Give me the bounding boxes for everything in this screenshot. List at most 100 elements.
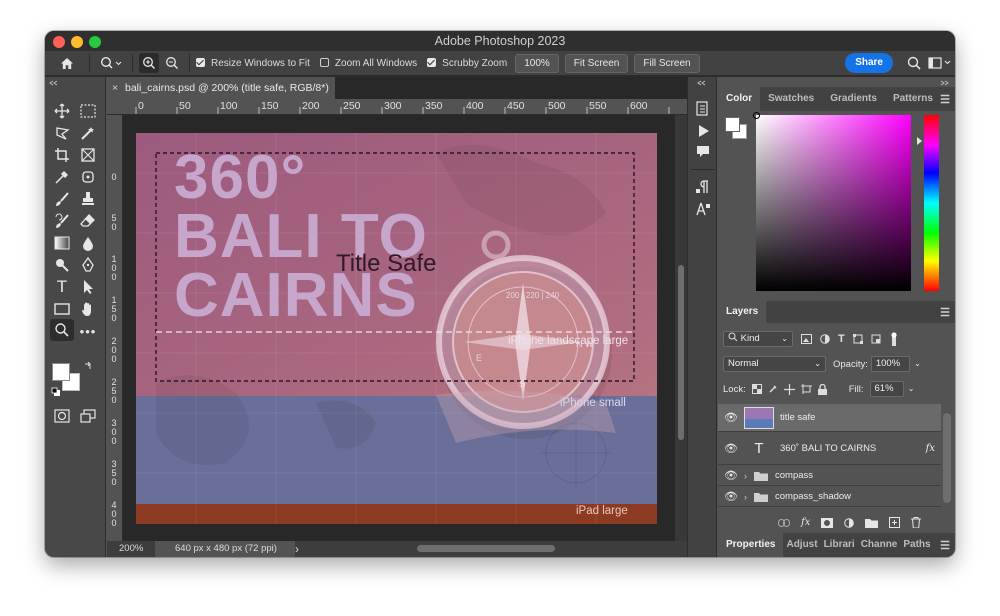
zoom-tool-preset-icon[interactable] <box>96 56 126 70</box>
vertical-scrollbar[interactable] <box>675 115 687 541</box>
gradient-tool-icon[interactable] <box>52 233 72 253</box>
healing-brush-tool-icon[interactable] <box>78 167 98 187</box>
resize-windows-checkbox[interactable]: Resize Windows to Fit <box>196 57 310 69</box>
minimize-window-button[interactable] <box>71 36 83 48</box>
swap-colors-icon[interactable] <box>83 361 93 371</box>
color-picker-field[interactable] <box>756 115 911 291</box>
tab-adjustments[interactable]: Adjust <box>783 533 820 557</box>
tab-properties[interactable]: Properties <box>718 533 784 557</box>
horizontal-scroll-thumb[interactable] <box>417 545 555 552</box>
tab-swatches[interactable]: Swatches <box>760 87 822 111</box>
comments-icon[interactable] <box>693 141 713 161</box>
expand-group-chevron-icon[interactable]: › <box>744 492 754 502</box>
tab-libraries[interactable]: Librari <box>821 533 858 557</box>
object-select-tool-icon[interactable] <box>78 123 98 143</box>
brush-tool-icon[interactable] <box>52 189 72 209</box>
add-mask-icon[interactable] <box>821 517 834 528</box>
layers-panel-menu-icon[interactable]: ☰ <box>940 306 950 319</box>
zoom-tool-icon[interactable] <box>50 319 74 341</box>
layer-effects-icon[interactable]: fx <box>926 443 935 454</box>
workspace-switcher-icon[interactable] <box>925 57 955 69</box>
fill-screen-button[interactable]: Fill Screen <box>634 53 700 73</box>
zoom-window-button[interactable] <box>89 36 101 48</box>
new-group-icon[interactable] <box>865 518 879 528</box>
tab-paths[interactable]: Paths <box>900 533 933 557</box>
eraser-tool-icon[interactable] <box>78 211 98 231</box>
adjustment-layer-icon[interactable] <box>844 517 855 528</box>
layer-name[interactable]: 360˚ BALI TO CAIRNS <box>780 443 876 454</box>
tab-color[interactable]: Color <box>718 87 761 111</box>
tab-gradients[interactable]: Gradients <box>822 87 885 111</box>
share-button[interactable]: Share <box>845 53 893 73</box>
visibility-eye-icon[interactable]: 👁 <box>718 411 744 424</box>
tab-channels[interactable]: Channe <box>858 533 901 557</box>
zoom-out-icon[interactable] <box>159 56 185 70</box>
scrubby-zoom-checkbox[interactable]: Scrubby Zoom <box>427 57 507 69</box>
zoom-percent-button[interactable]: 100% <box>515 53 559 73</box>
close-window-button[interactable] <box>53 36 65 48</box>
new-layer-icon[interactable] <box>889 517 901 528</box>
expand-group-chevron-icon[interactable]: › <box>744 471 754 481</box>
default-colors-icon[interactable] <box>51 387 61 397</box>
marquee-tool-icon[interactable] <box>78 101 98 121</box>
search-icon[interactable] <box>903 56 925 70</box>
lock-pixels-icon[interactable] <box>768 384 778 394</box>
actions-play-icon[interactable] <box>693 121 713 141</box>
quick-mask-icon[interactable] <box>52 406 72 426</box>
tab-patterns[interactable]: Patterns <box>885 87 941 111</box>
tab-layers[interactable]: Layers <box>718 301 767 323</box>
hand-tool-icon[interactable] <box>78 299 98 319</box>
zoom-all-windows-checkbox[interactable]: Zoom All Windows <box>319 57 417 69</box>
blend-mode-select[interactable]: Normal ⌄ <box>723 356 826 372</box>
lock-all-icon[interactable] <box>817 383 827 395</box>
add-style-icon[interactable]: fx <box>801 517 810 528</box>
lasso-tool-icon[interactable] <box>52 123 72 143</box>
lock-position-icon[interactable] <box>783 383 795 395</box>
lock-transparent-icon[interactable] <box>751 384 762 394</box>
opacity-input[interactable]: 100% ⌄ <box>870 356 921 372</box>
layer-name[interactable]: compass_shadow <box>775 491 851 502</box>
pen-tool-icon[interactable] <box>78 255 98 275</box>
layers-scroll-thumb[interactable] <box>943 413 951 503</box>
blur-tool-icon[interactable] <box>78 233 98 253</box>
status-arrow-icon[interactable]: › <box>295 541 299 557</box>
color-panel-menu-icon[interactable]: ☰ <box>940 93 950 106</box>
filter-shape-icon[interactable] <box>852 334 863 344</box>
screen-mode-icon[interactable] <box>78 406 98 426</box>
filter-pixel-icon[interactable] <box>801 334 812 344</box>
more-tools-icon[interactable]: ••• <box>78 321 98 341</box>
hue-slider[interactable] <box>924 115 939 291</box>
canvas[interactable]: 360° BALI TO CAIRNS Title Safe iPhone la… <box>136 133 657 524</box>
layer-row-compass-shadow[interactable]: 👁 › compass_shadow <box>718 487 941 507</box>
layer-name[interactable]: title safe <box>780 412 815 423</box>
dodge-tool-icon[interactable] <box>52 255 72 275</box>
link-layers-icon[interactable] <box>778 518 790 527</box>
visibility-eye-icon[interactable]: 👁 <box>718 442 744 455</box>
eyedropper-tool-icon[interactable] <box>52 167 72 187</box>
visibility-eye-icon[interactable]: 👁 <box>718 469 744 482</box>
path-selection-tool-icon[interactable] <box>78 277 98 297</box>
type-tool-icon[interactable]: T <box>52 277 72 297</box>
layer-row-title-safe[interactable]: 👁 title safe <box>718 404 941 432</box>
foreground-color-swatch[interactable] <box>52 363 70 381</box>
clone-stamp-tool-icon[interactable] <box>78 189 98 209</box>
rectangle-tool-icon[interactable] <box>52 299 72 319</box>
frame-tool-icon[interactable] <box>78 145 98 165</box>
visibility-eye-icon[interactable]: 👁 <box>718 490 744 503</box>
close-tab-icon[interactable]: × <box>112 77 118 99</box>
move-tool-icon[interactable] <box>52 101 72 121</box>
hue-slider-marker-icon[interactable] <box>916 137 923 145</box>
color-picker-cursor[interactable] <box>753 112 760 119</box>
zoom-in-icon[interactable] <box>139 53 159 73</box>
filter-smart-object-icon[interactable] <box>871 334 881 344</box>
fit-screen-button[interactable]: Fit Screen <box>564 53 629 73</box>
layer-kind-select[interactable]: Kind ⌄ <box>723 331 793 347</box>
properties-panel-menu-icon[interactable]: ☰ <box>940 539 950 552</box>
collapse-arrows-icon[interactable] <box>49 80 59 86</box>
layer-name[interactable]: compass <box>775 470 813 481</box>
layer-row-text[interactable]: 👁 T 360˚ BALI TO CAIRNS fx <box>718 433 941 465</box>
paragraph-panel-icon[interactable] <box>693 177 713 197</box>
lock-artboard-icon[interactable] <box>800 384 812 394</box>
crop-tool-icon[interactable] <box>52 145 72 165</box>
color-panel-fg-swatch[interactable] <box>725 117 740 132</box>
